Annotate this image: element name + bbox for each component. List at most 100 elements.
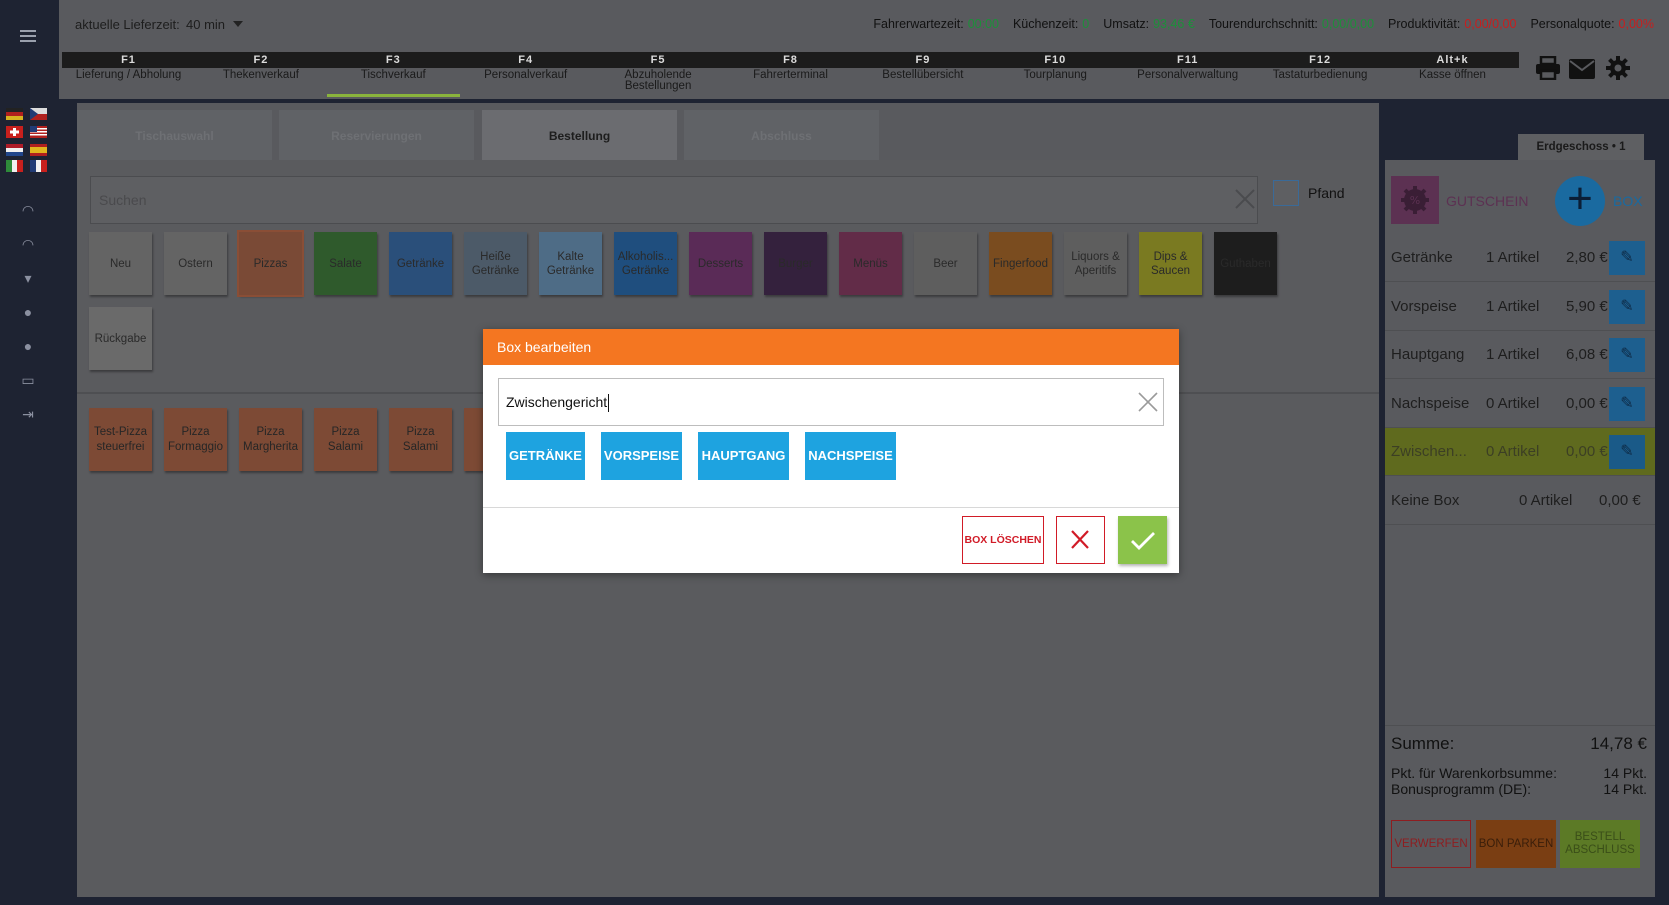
stat-item: Küchenzeit: 0 <box>1013 17 1089 31</box>
fkey-f3[interactable]: F3 Tischverkauf <box>326 52 460 97</box>
edit-box-icon[interactable]: ✎ <box>1609 435 1645 470</box>
search-input[interactable]: Suchen <box>90 176 1258 224</box>
category-button[interactable]: Guthaben <box>1214 232 1277 295</box>
product-button[interactable]: Pizza Salami <box>389 408 452 471</box>
fkey-alt-k[interactable]: Alt+k Kasse öffnen <box>1386 52 1519 97</box>
tab-reservierungen[interactable]: Reservierungen <box>279 110 474 162</box>
tab-tischauswahl[interactable]: Tischauswahl <box>77 110 272 162</box>
mail-icon[interactable] <box>1566 56 1598 88</box>
users-icon[interactable]: ● <box>19 305 37 319</box>
stat-label: Küchenzeit: <box>1012 17 1079 31</box>
gear-icon[interactable] <box>1604 56 1632 88</box>
cart-box-row[interactable]: Zwischen... 0 Artikel 0,00 € ✎ <box>1385 428 1655 477</box>
add-box-button[interactable]: + <box>1555 176 1605 226</box>
speed-icon[interactable]: ◠ <box>19 237 37 251</box>
cart-box-row[interactable]: Keine Box 0 Artikel 0,00 € <box>1385 477 1655 525</box>
category-button[interactable]: Liquors & Aperitifs <box>1064 232 1127 295</box>
stat-value: 00:00 <box>967 17 999 31</box>
category-button[interactable]: Getränke <box>389 232 452 295</box>
edit-box-icon[interactable]: ✎ <box>1609 386 1645 421</box>
category-button[interactable]: Ostern <box>164 232 227 295</box>
tab-bestellung[interactable]: Bestellung <box>482 110 677 162</box>
add-box-label[interactable]: BOX <box>1613 193 1643 209</box>
fkey-f5[interactable]: F5 Abzuholende Bestellungen <box>591 52 725 97</box>
product-button[interactable]: Test-Pizza steuerfrei <box>89 408 152 471</box>
chip-getraenke[interactable]: GETRÄNKE <box>506 432 585 480</box>
chevron-down-icon[interactable] <box>233 21 243 27</box>
voucher-button[interactable]: % <box>1391 176 1439 224</box>
cart-box-row[interactable]: Hauptgang 1 Artikel 6,08 € ✎ <box>1385 331 1655 380</box>
flag-fr-icon[interactable] <box>30 160 47 172</box>
category-button[interactable]: Beer <box>914 232 977 295</box>
flag-us-icon[interactable] <box>30 126 47 138</box>
cart-box-row[interactable]: Getränke 1 Artikel 2,80 € ✎ <box>1385 234 1655 282</box>
fkey-label: Fahrerterminal <box>753 69 828 81</box>
clear-search-icon[interactable] <box>1234 188 1256 210</box>
printer-icon[interactable] <box>1532 55 1564 88</box>
product-button[interactable]: Pizza Formaggio <box>164 408 227 471</box>
park-order-button[interactable]: BON PARKEN <box>1476 820 1556 868</box>
monitor-icon[interactable]: ▭ <box>19 373 37 387</box>
fkey-f11[interactable]: F11 Personalverwaltung <box>1121 52 1255 97</box>
voucher-label[interactable]: GUTSCHEIN <box>1446 193 1528 209</box>
category-button[interactable]: Neu <box>89 232 152 295</box>
menu-icon[interactable] <box>20 30 36 42</box>
fkey-shortcut: F8 <box>724 52 857 68</box>
logout-icon[interactable]: ⇥ <box>19 407 37 421</box>
cancel-button[interactable] <box>1056 516 1105 564</box>
fkey-f9[interactable]: F9 Bestellübersicht <box>856 52 990 97</box>
category-button[interactable]: Pizzas <box>237 230 304 297</box>
fkey-f2[interactable]: F2 Thekenverkauf <box>194 52 328 97</box>
product-button[interactable] <box>464 408 484 471</box>
category-button[interactable]: Burger <box>764 232 827 295</box>
product-button[interactable]: Pizza Margherita <box>239 408 302 471</box>
discard-button[interactable]: VERWERFEN <box>1391 820 1471 868</box>
chip-vorspeise[interactable]: VORSPEISE <box>601 432 682 480</box>
category-button[interactable]: Fingerfood <box>989 232 1052 295</box>
box-name-input[interactable]: Zwischengericht <box>498 378 1164 426</box>
fkey-f8[interactable]: F8 Fahrerterminal <box>724 52 857 97</box>
points-label: Pkt. für Warenkorbsumme: <box>1391 765 1557 781</box>
check-icon <box>1131 532 1155 550</box>
flag-ch-icon[interactable] <box>6 126 23 138</box>
category-button[interactable]: Heiße Getränke <box>464 232 527 295</box>
pfand-checkbox[interactable] <box>1273 180 1299 206</box>
fkey-shortcut: F11 <box>1121 52 1255 68</box>
tab-abschluss[interactable]: Abschluss <box>684 110 879 162</box>
cart-box-row[interactable]: Vorspeise 1 Artikel 5,90 € ✎ <box>1385 283 1655 331</box>
edit-box-icon[interactable]: ✎ <box>1609 338 1645 373</box>
flag-de-icon[interactable] <box>6 108 23 120</box>
category-button[interactable]: Menüs <box>839 232 902 295</box>
fkey-f12[interactable]: F12 Tastaturbedienung <box>1253 52 1387 97</box>
finish-order-button[interactable]: BESTELL ABSCHLUSS <box>1560 820 1640 868</box>
fkey-shortcut: Alt+k <box>1386 52 1519 68</box>
chip-hauptgang[interactable]: HAUPTGANG <box>698 432 789 480</box>
product-button[interactable]: Pizza Salami <box>314 408 377 471</box>
flag-cz-icon[interactable] <box>30 108 47 120</box>
staff-icon[interactable]: ● <box>19 339 37 353</box>
flag-it-icon[interactable] <box>6 160 23 172</box>
category-button[interactable]: Salate <box>314 232 377 295</box>
fkey-f10[interactable]: F10 Tourplanung <box>988 52 1122 97</box>
category-button[interactable]: Rückgabe <box>89 307 152 370</box>
floor-tab[interactable]: Erdgeschoss • 1 <box>1518 134 1644 160</box>
category-button[interactable]: Desserts <box>689 232 752 295</box>
category-button[interactable]: Kalte Getränke <box>539 232 602 295</box>
edit-box-icon[interactable]: ✎ <box>1609 241 1645 275</box>
confirm-button[interactable] <box>1118 516 1167 564</box>
fkey-f1[interactable]: F1 Lieferung / Abholung <box>62 52 195 97</box>
chip-nachspeise[interactable]: NACHSPEISE <box>805 432 896 480</box>
category-button[interactable]: Alkoholis... Getränke <box>614 232 677 295</box>
clear-input-icon[interactable] <box>1137 391 1159 413</box>
basket-icon[interactable]: ▾ <box>19 271 37 285</box>
dashboard-icon[interactable]: ◠ <box>19 203 37 217</box>
cart-box-row[interactable]: Nachspeise 0 Artikel 0,00 € ✎ <box>1385 380 1655 428</box>
delivery-time-select[interactable]: 40 min <box>186 17 225 32</box>
box-name: Hauptgang <box>1391 346 1465 364</box>
flag-es-icon[interactable] <box>30 144 47 156</box>
edit-box-icon[interactable]: ✎ <box>1609 289 1645 324</box>
category-button[interactable]: Dips & Saucen <box>1139 232 1202 295</box>
fkey-f4[interactable]: F4 Personalverkauf <box>459 52 593 97</box>
flag-nl-icon[interactable] <box>6 144 23 156</box>
delete-box-button[interactable]: BOX LÖSCHEN <box>962 516 1044 564</box>
